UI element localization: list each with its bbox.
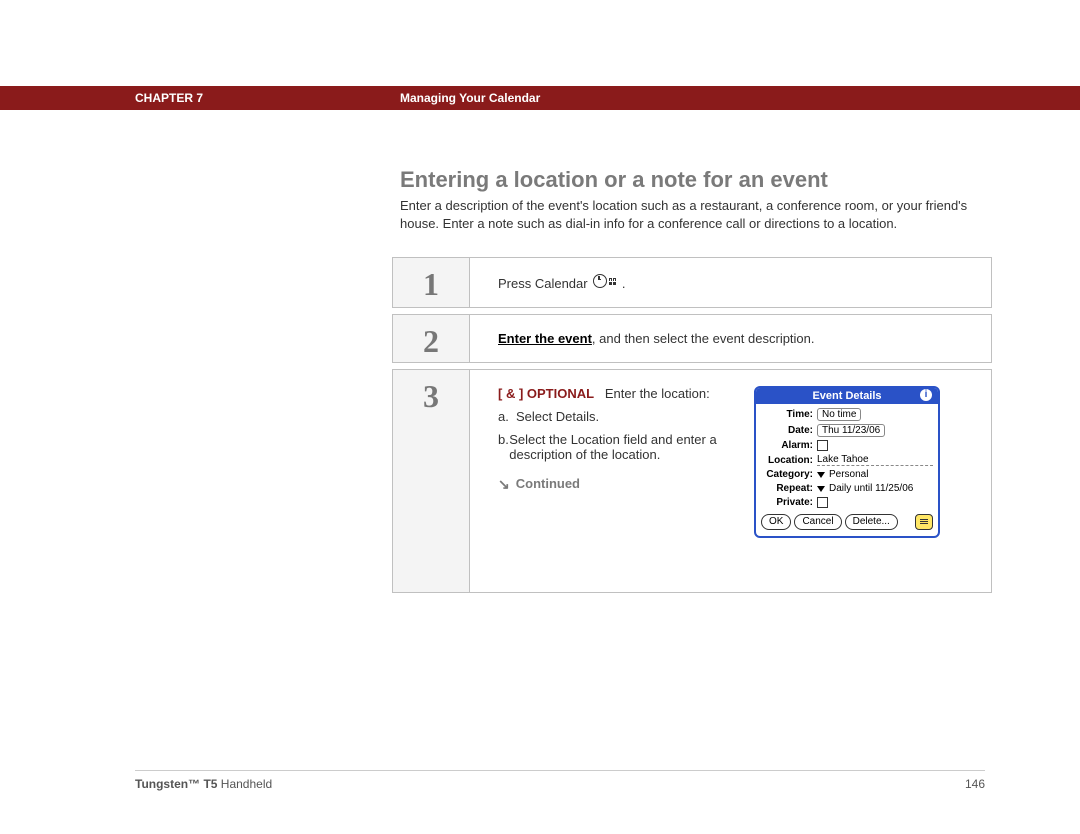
step-number-cell: 3 <box>392 369 470 593</box>
time-label: Time: <box>761 409 813 420</box>
dialog-title: Event Details <box>812 390 881 402</box>
chapter-label: CHAPTER 7 <box>135 91 203 105</box>
enter-event-link[interactable]: Enter the event <box>498 331 592 346</box>
location-row: Location: Lake Tahoe <box>761 454 933 466</box>
list-marker: a. <box>498 409 516 424</box>
dropdown-icon[interactable] <box>817 486 825 492</box>
page-footer: Tungsten™ T5 Handheld 146 <box>135 770 985 791</box>
alarm-label: Alarm: <box>761 440 813 451</box>
category-row: Category: Personal <box>761 469 933 480</box>
delete-button[interactable]: Delete... <box>845 514 898 530</box>
category-value[interactable]: Personal <box>829 469 868 480</box>
dialog-title-bar: Event Details i <box>756 388 938 404</box>
step-text-after: . <box>622 276 626 291</box>
repeat-row: Repeat: Daily until 11/25/06 <box>761 483 933 494</box>
page: { "header": { "chapter": "CHAPTER 7", "t… <box>0 0 1080 834</box>
step-number-cell: 1 <box>392 257 470 308</box>
event-details-dialog: Event Details i Time: No time Date: Thu … <box>754 386 940 538</box>
date-label: Date: <box>761 425 813 436</box>
dropdown-icon[interactable] <box>817 472 825 478</box>
step-number: 2 <box>423 323 439 360</box>
chapter-title: Managing Your Calendar <box>400 91 540 105</box>
list-text: Select Details. <box>516 409 599 424</box>
steps-container: 1 Press Calendar . 2 Enter the event, an… <box>392 257 992 599</box>
continued-indicator: ↘ Continued <box>498 476 736 491</box>
product-name: Tungsten™ T5 Handheld <box>135 777 272 791</box>
time-selector[interactable]: No time <box>817 408 861 421</box>
info-icon[interactable]: i <box>920 389 932 401</box>
cancel-button[interactable]: Cancel <box>794 514 841 530</box>
optional-text: Enter the location: <box>605 386 710 401</box>
alarm-row: Alarm: <box>761 440 933 451</box>
note-icon <box>920 519 928 525</box>
time-row: Time: No time <box>761 408 933 421</box>
list-text: Select the Location field and enter a de… <box>509 432 736 462</box>
step-body: Enter the event, and then select the eve… <box>470 314 992 363</box>
intro-text: Enter a description of the event's locat… <box>400 197 988 232</box>
repeat-label: Repeat: <box>761 483 813 494</box>
clock-icon <box>593 274 607 288</box>
step-number: 1 <box>423 266 439 303</box>
list-marker: b. <box>498 432 509 462</box>
dialog-button-row: OK Cancel Delete... <box>761 514 933 530</box>
section-heading: Entering a location or a note for an eve… <box>400 167 828 193</box>
list-item: a. Select Details. <box>498 409 736 424</box>
date-selector[interactable]: Thu 11/23/06 <box>817 424 885 437</box>
calendar-dots-icon <box>609 278 616 285</box>
step-number-cell: 2 <box>392 314 470 363</box>
step-text: Press Calendar <box>498 276 591 291</box>
header-band: CHAPTER 7 Managing Your Calendar <box>0 86 1080 110</box>
private-checkbox[interactable] <box>817 497 828 508</box>
step-1: 1 Press Calendar . <box>392 257 992 308</box>
product-rest: Handheld <box>217 777 272 791</box>
optional-label: [ & ] OPTIONAL <box>498 386 594 401</box>
step-text: , and then select the event description. <box>592 331 815 346</box>
step-number: 3 <box>423 378 439 415</box>
note-button[interactable] <box>915 514 933 530</box>
page-number: 146 <box>965 777 985 791</box>
continue-arrow-icon: ↘ <box>498 477 510 491</box>
location-label: Location: <box>761 455 813 466</box>
date-row: Date: Thu 11/23/06 <box>761 424 933 437</box>
step-2: 2 Enter the event, and then select the e… <box>392 314 992 363</box>
product-bold: Tungsten™ T5 <box>135 777 217 791</box>
substep-list: a. Select Details. b. Select the Locatio… <box>498 409 736 462</box>
category-label: Category: <box>761 469 813 480</box>
ok-button[interactable]: OK <box>761 514 791 530</box>
alarm-checkbox[interactable] <box>817 440 828 451</box>
continued-text: Continued <box>516 476 580 491</box>
dialog-body: Time: No time Date: Thu 11/23/06 Alarm: <box>756 404 938 536</box>
step-3: 3 [ & ] OPTIONAL Enter the location: a. … <box>392 369 992 593</box>
list-item: b. Select the Location field and enter a… <box>498 432 736 462</box>
step-left-column: [ & ] OPTIONAL Enter the location: a. Se… <box>498 386 736 538</box>
location-field[interactable]: Lake Tahoe <box>817 454 933 466</box>
private-row: Private: <box>761 497 933 508</box>
private-label: Private: <box>761 497 813 508</box>
step-body: Press Calendar . <box>470 257 992 308</box>
repeat-value[interactable]: Daily until 11/25/06 <box>829 483 913 494</box>
step-body: [ & ] OPTIONAL Enter the location: a. Se… <box>470 369 992 593</box>
calendar-icon <box>593 274 616 288</box>
